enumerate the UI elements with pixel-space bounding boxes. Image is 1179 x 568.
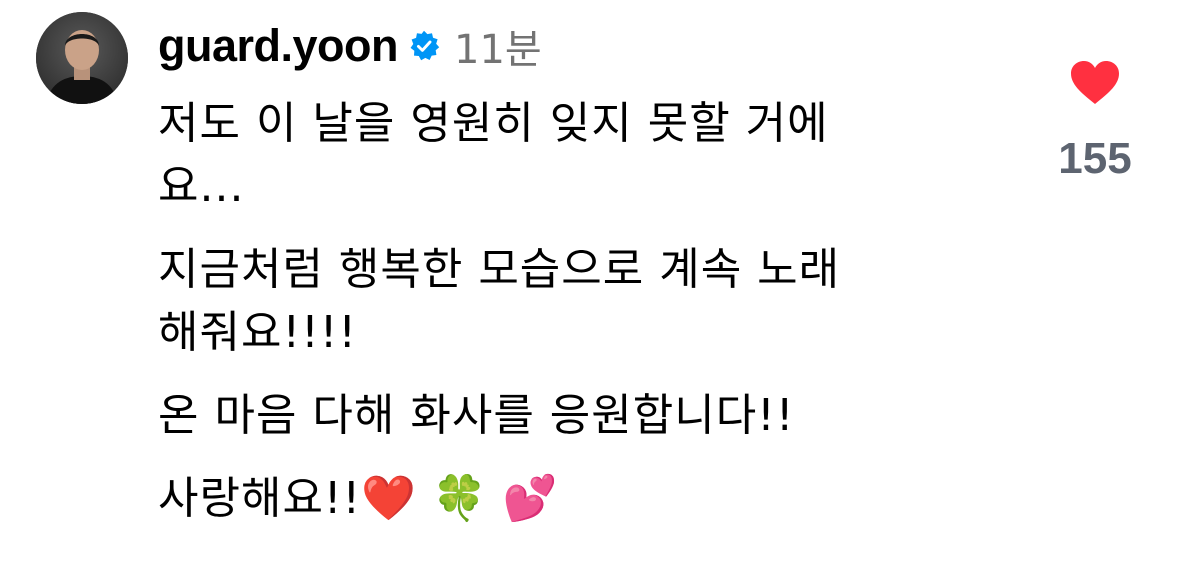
- comment-line: 해줘요!!!!: [158, 307, 357, 358]
- comment-text: 저도 이 날을 영원히 잊지 못할 거에 요... 지금처럼 행복한 모습으로 …: [158, 92, 1008, 530]
- avatar-image: [36, 12, 128, 104]
- heart-icon[interactable]: [1070, 60, 1120, 106]
- comment-line: 지금처럼 행복한 모습으로 계속 노래: [158, 244, 841, 295]
- comment: guard.yoon 11분 저도 이 날을 영원히 잊지 못할 거에 요...…: [0, 0, 1179, 568]
- like-area: 155: [1040, 60, 1150, 184]
- timestamp: 11분: [454, 27, 542, 73]
- comment-line: 사랑해요!!❤️ 🍀 💕: [158, 473, 559, 524]
- avatar[interactable]: [36, 12, 128, 104]
- comment-header: guard.yoon 11분: [158, 14, 542, 78]
- username-link[interactable]: guard.yoon: [158, 20, 399, 72]
- comment-line: 온 마음 다해 화사를 응원합니다!!: [158, 390, 795, 441]
- like-count: 155: [1058, 134, 1132, 183]
- verified-badge-icon: [408, 30, 440, 62]
- comment-line: 저도 이 날을 영원히 잊지 못할 거에: [158, 98, 829, 149]
- comment-line: 요...: [158, 161, 245, 212]
